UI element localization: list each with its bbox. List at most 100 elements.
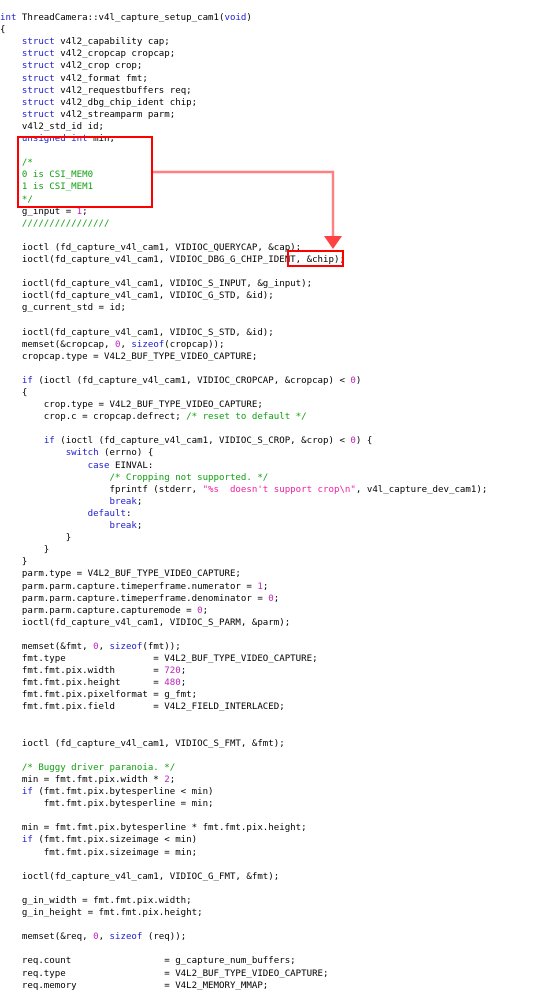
code-line: ioctl(fd_capture_v4l_cam1, VIDIOC_S_PARM… [0, 617, 542, 629]
code-token: if [21, 375, 33, 386]
code-line: fmt.type = V4L2_BUF_TYPE_VIDEO_CAPTURE; [0, 653, 542, 665]
code-line: memset(&cropcap, 0, sizeof(cropcap)); [0, 339, 542, 351]
code-token: memset(&cropcap, [0, 339, 115, 350]
source-code-block: int ThreadCamera::v4l_capture_setup_cam1… [0, 9, 542, 998]
code-token: g_current_std = id; [0, 303, 126, 314]
code-token: parm.parm.capture.capturemode = [0, 605, 198, 616]
code-token: fprintf (stderr, [0, 484, 203, 495]
code-line: default: [0, 508, 542, 520]
code-token: ) [246, 13, 252, 24]
code-line: parm.parm.capture.timeperframe.denominat… [0, 593, 542, 605]
code-line: /* Buggy driver paranoia. */ [0, 762, 542, 774]
code-line: g_in_height = fmt.fmt.pix.height; [0, 907, 542, 919]
code-line: if (ioctl (fd_capture_v4l_cam1, VIDIOC_C… [0, 375, 542, 387]
code-token: : [125, 508, 132, 519]
code-line: break; [0, 496, 542, 508]
code-token: (errno) { [98, 448, 154, 459]
code-token: 480 [164, 678, 181, 689]
code-token: (fmt.fmt.pix.sizeimage < min) [32, 835, 198, 846]
code-line: crop.type = V4L2_BUF_TYPE_VIDEO_CAPTURE; [0, 399, 542, 411]
code-token: ioctl (fd_capture_v4l_cam1, VIDIOC_S_FMT… [0, 738, 285, 749]
code-line: min = fmt.fmt.pix.width * 2; [0, 774, 542, 786]
code-token: /* Buggy driver paranoia. */ [21, 762, 176, 773]
code-line: break; [0, 520, 542, 532]
code-token: int [0, 13, 22, 24]
code-line: /* Cropping not supported. */ [0, 472, 542, 484]
code-line: ioctl (fd_capture_v4l_cam1, VIDIOC_QUERY… [0, 242, 542, 254]
code-token: req.memory = V4L2_MEMORY_MMAP; [0, 980, 269, 991]
code-line: struct v4l2_cropcap cropcap; [0, 48, 542, 60]
code-token: fmt.fmt.pix.height = [0, 678, 165, 689]
code-token: struct [21, 109, 55, 120]
code-line: /* [0, 157, 542, 169]
code-token: if [21, 835, 33, 846]
code-token: crop.c = cropcap.defrect; [0, 412, 187, 423]
code-token: req.count = g_capture_num_buffers; [0, 956, 296, 967]
code-token: } [0, 545, 50, 556]
code-token: min; [87, 134, 115, 145]
code-line: cropcap.type = V4L2_BUF_TYPE_VIDEO_CAPTU… [0, 351, 542, 363]
code-token: ioctl(fd_capture_v4l_cam1, VIDIOC_G_FMT,… [0, 871, 280, 882]
code-token: , [120, 339, 132, 350]
code-token: fmt.type = V4L2_BUF_TYPE_VIDEO_CAPTURE; [0, 654, 318, 665]
code-token: , v4l_capture_dev_cam1); [355, 484, 488, 495]
code-line: { [0, 24, 542, 36]
code-line: fmt.fmt.pix.sizeimage = min; [0, 847, 542, 859]
code-token: v4l2_std_id id; [0, 121, 105, 132]
code-token: (fmt.fmt.pix.bytesperline < min) [32, 787, 214, 798]
code-token: ioctl(fd_capture_v4l_cam1, VIDIOC_S_PARM… [0, 617, 291, 628]
code-token: min = fmt.fmt.pix.width * [0, 775, 165, 785]
code-line: if (fmt.fmt.pix.bytesperline < min) [0, 786, 542, 798]
code-token: ; [180, 666, 187, 677]
code-token: struct [21, 97, 55, 108]
code-token: v4l2_requestbuffers req; [54, 85, 192, 96]
code-token: min = fmt.fmt.pix.bytesperline * fmt.fmt… [0, 823, 307, 834]
code-token: (cropcap)); [164, 339, 225, 350]
code-token: ) [355, 375, 362, 386]
code-token: } [0, 557, 28, 568]
code-token: cropcap.type = V4L2_BUF_TYPE_VIDEO_CAPTU… [0, 351, 258, 362]
code-token: parm.parm.capture.timeperframe.denominat… [0, 593, 269, 604]
code-line: } [0, 532, 542, 544]
code-line: int ThreadCamera::v4l_capture_setup_cam1… [0, 12, 542, 24]
code-token: crop.type = V4L2_BUF_TYPE_VIDEO_CAPTURE; [0, 400, 263, 411]
code-line: parm.parm.capture.capturemode = 0; [0, 605, 542, 617]
code-token: ioctl(fd_capture_v4l_cam1, VIDIOC_S_INPU… [0, 279, 313, 290]
code-token: void [224, 13, 247, 24]
code-token: , [98, 641, 110, 652]
code-token: switch [65, 448, 99, 459]
code-line: memset(&fmt, 0, sizeof(fmt)); [0, 641, 542, 653]
code-token: ioctl (fd_capture_v4l_cam1, VIDIOC_QUERY… [0, 242, 302, 253]
code-line: if (fmt.fmt.pix.sizeimage < min) [0, 834, 542, 846]
code-token: fmt.fmt.pix.sizeimage = min; [0, 847, 198, 858]
code-token: struct [21, 61, 55, 72]
code-token: ; [273, 593, 280, 604]
code-line: ioctl(fd_capture_v4l_cam1, VIDIOC_S_INPU… [0, 278, 542, 290]
code-token: fmt.fmt.pix.pixelformat = g_fmt; [0, 690, 198, 701]
code-token: (fmt)); [142, 641, 181, 652]
code-line: switch (errno) { [0, 447, 542, 459]
code-line: crop.c = cropcap.defrect; /* reset to de… [0, 411, 542, 423]
code-token: EINVAL: [109, 460, 154, 471]
